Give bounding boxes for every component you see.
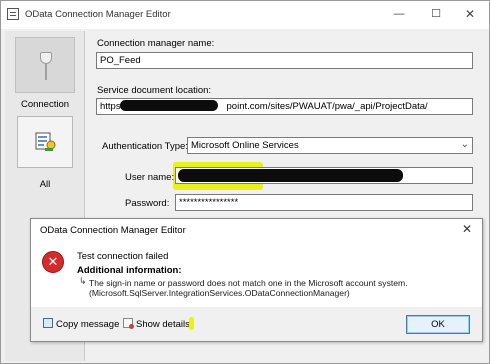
error-dialog: OData Connection Manager Editor ✕ ✕ Test…: [30, 218, 483, 342]
properties-icon: [35, 132, 56, 151]
user-name-label: User name:: [125, 172, 175, 183]
show-details-label: Show details: [136, 319, 190, 330]
error-message-line: (Microsoft.SqlServer.IntegrationServices…: [89, 288, 350, 298]
error-heading: Test connection failed: [77, 251, 169, 262]
dialog-close-icon[interactable]: ✕: [462, 222, 472, 236]
cursor-highlight: [189, 317, 194, 330]
close-icon[interactable]: ✕: [460, 5, 480, 23]
window-titlebar[interactable]: OData Connection Manager Editor — ☐ ✕: [1, 1, 489, 29]
error-message-line: The sign-in name or password does not ma…: [89, 278, 408, 288]
authentication-type-label: Authentication Type:: [102, 141, 188, 152]
sidebar-item-label: All: [39, 179, 51, 190]
connection-manager-name-input[interactable]: PO_Feed: [96, 52, 473, 69]
copy-icon: [43, 318, 53, 328]
copy-message-label: Copy message: [56, 319, 120, 330]
service-url-suffix: point.com/sites/PWAUAT/pwa/_api/ProjectD…: [226, 101, 428, 112]
app-icon: [7, 8, 19, 20]
details-icon: [123, 318, 134, 329]
redaction-scribble: [120, 100, 218, 111]
password-input[interactable]: ****************: [175, 194, 473, 211]
dialog-body: ✕ Test connection failed Additional info…: [31, 241, 482, 307]
window-title: OData Connection Manager Editor: [25, 9, 171, 20]
show-details-button[interactable]: Show details: [123, 318, 190, 330]
ok-button[interactable]: OK: [406, 315, 470, 334]
connection-manager-name-label: Connection manager name:: [97, 38, 215, 49]
all-tile[interactable]: [17, 116, 73, 168]
sidebar-item-all[interactable]: All: [5, 116, 85, 196]
error-icon: ✕: [42, 251, 64, 273]
connection-tile[interactable]: [15, 37, 75, 93]
chevron-down-icon[interactable]: ⌄: [461, 139, 469, 150]
copy-message-button[interactable]: Copy message: [43, 318, 119, 330]
password-label: Password:: [125, 198, 170, 209]
authentication-type-select[interactable]: Microsoft Online Services ⌄: [187, 137, 473, 154]
error-message: The sign-in name or password does not ma…: [89, 278, 479, 298]
dialog-footer: Copy message Show details OK: [31, 307, 482, 341]
authentication-type-value: Microsoft Online Services: [191, 140, 299, 151]
minimize-icon[interactable]: —: [389, 5, 409, 23]
maximize-icon[interactable]: ☐: [426, 5, 446, 23]
service-document-location-label: Service document location:: [97, 85, 212, 96]
additional-info-label: Additional information:: [77, 265, 182, 276]
indent-arrow-icon: ↳: [79, 276, 87, 286]
sidebar-item-label: Connection: [20, 99, 70, 110]
dialog-titlebar[interactable]: OData Connection Manager Editor ✕: [31, 219, 482, 241]
username-redaction: [178, 169, 403, 182]
dialog-title: OData Connection Manager Editor: [40, 225, 186, 236]
plug-icon: [40, 52, 52, 80]
sidebar-item-connection[interactable]: Connection: [5, 31, 85, 116]
